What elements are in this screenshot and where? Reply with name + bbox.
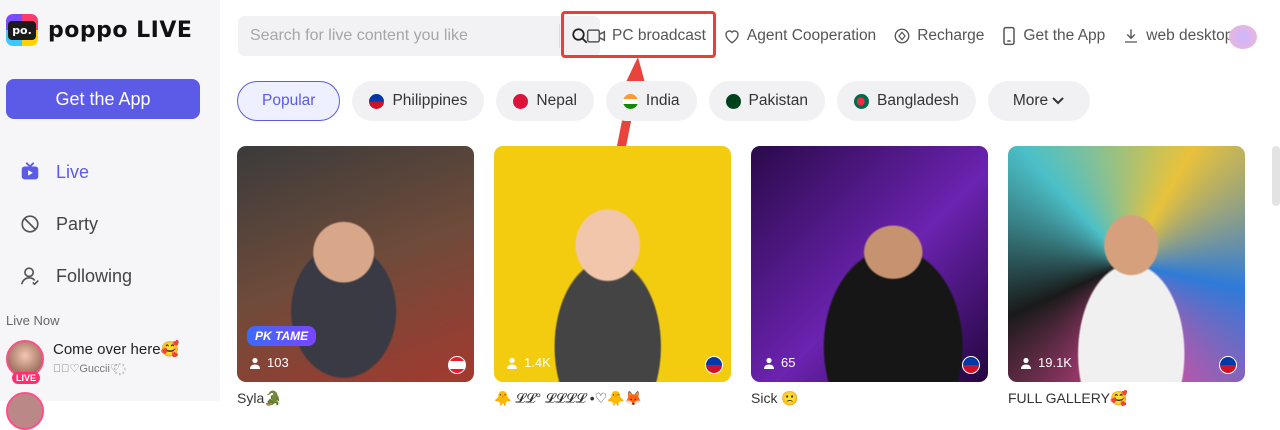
live-item-title: Come over here🥰 — [53, 341, 180, 358]
philippines-flag-icon — [962, 356, 980, 374]
stream-card-title[interactable]: Syla🐊 — [237, 390, 282, 407]
chip-label: More — [1012, 92, 1049, 109]
philippines-flag-icon — [1219, 356, 1237, 374]
sidebar-item-live[interactable]: Live — [18, 146, 208, 198]
search-bar — [238, 16, 600, 56]
viewer-count: 19.1K — [1020, 355, 1072, 370]
person-icon — [1021, 357, 1031, 369]
pc-broadcast-highlight-box — [561, 11, 716, 58]
sidebar: po. poppo LIVE Get the App Live Party Fo… — [0, 0, 220, 430]
stream-card[interactable]: 65 — [751, 146, 988, 382]
person-icon — [250, 357, 260, 369]
logo[interactable]: po. poppo LIVE — [6, 14, 192, 46]
person-icon — [764, 357, 774, 369]
live-badge: LIVE — [12, 372, 41, 384]
stream-card[interactable]: 1.4K — [494, 146, 731, 382]
chip-philippines[interactable]: Philippines — [352, 81, 485, 121]
sidebar-item-party[interactable]: Party — [18, 198, 208, 250]
logo-text: poppo LIVE — [48, 17, 193, 43]
chip-label: Popular — [262, 92, 316, 109]
sidebar-item-label: Live — [56, 161, 90, 182]
chip-label: Bangladesh — [876, 92, 959, 109]
avatar[interactable] — [6, 392, 44, 430]
top-link-label: Agent Cooperation — [746, 27, 877, 44]
nepal-flag-icon — [513, 93, 529, 109]
chip-label: Philippines — [392, 92, 468, 109]
bangladesh-flag-icon — [853, 93, 869, 109]
live-now-item[interactable]: LIVE Come over here🥰 ꙰⃟♡Guccii♡꙰ — [6, 340, 180, 384]
philippines-flag-icon — [705, 356, 723, 374]
avatar: LIVE — [6, 340, 44, 384]
recharge-link[interactable]: Recharge — [893, 27, 984, 45]
stream-card[interactable]: 19.1K — [1008, 146, 1245, 382]
handshake-icon — [725, 30, 739, 44]
stream-grid: PK TAME 103 1.4K 65 19.1K — [237, 146, 1265, 382]
pakistan-flag-icon — [725, 93, 741, 109]
coin-icon — [894, 28, 910, 44]
person-icon — [18, 264, 42, 288]
party-icon — [18, 212, 42, 236]
viewer-count: 65 — [763, 355, 795, 370]
user-avatar[interactable] — [1229, 25, 1257, 49]
chip-label: Pakistan — [748, 92, 808, 109]
live-now-heading: Live Now — [6, 313, 60, 328]
stream-card-title[interactable]: Sick 🙁 — [751, 390, 799, 407]
viewer-count: 1.4K — [506, 355, 551, 370]
india-flag-icon — [622, 93, 638, 109]
chevron-down-icon — [1052, 97, 1064, 105]
pk-badge: PK TAME — [247, 326, 317, 346]
lebanon-flag-icon — [448, 356, 466, 374]
category-chips: Popular Philippines Nepal India Pakistan… — [237, 81, 1102, 121]
stream-card-title[interactable]: 🐥 𝓛𝓛° 𝓛𝓛𝓛𝓛 •♡🐥🦊 — [494, 390, 642, 407]
agent-cooperation-link[interactable]: Agent Cooperation — [723, 27, 876, 45]
search-input[interactable] — [238, 16, 559, 56]
chip-pakistan[interactable]: Pakistan — [708, 81, 825, 121]
chip-india[interactable]: India — [605, 81, 697, 121]
get-the-app-button[interactable]: Get the App — [6, 79, 200, 119]
scrollbar[interactable] — [1272, 146, 1280, 206]
top-link-label: Recharge — [917, 27, 985, 44]
sidebar-item-label: Party — [56, 213, 99, 234]
chip-label: Nepal — [536, 92, 577, 109]
philippines-flag-icon — [369, 93, 385, 109]
chip-nepal[interactable]: Nepal — [496, 81, 594, 121]
chip-label: India — [645, 92, 680, 109]
stream-card[interactable]: PK TAME 103 — [237, 146, 474, 382]
top-link-label: web desktop — [1146, 27, 1234, 44]
download-icon — [1125, 29, 1138, 43]
live-item-subtitle: ꙰⃟♡Guccii♡꙰ — [53, 363, 120, 375]
top-link-label: Get the App — [1023, 27, 1106, 44]
chip-bangladesh[interactable]: Bangladesh — [836, 81, 976, 121]
phone-icon — [1003, 26, 1016, 46]
logo-icon: po. — [6, 14, 38, 46]
stream-card-title[interactable]: FULL GALLERY🥰 — [1008, 390, 1127, 407]
tv-icon — [18, 160, 42, 184]
chip-popular[interactable]: Popular — [237, 81, 341, 121]
web-desktop-link[interactable]: web desktop — [1122, 27, 1233, 45]
get-the-app-link[interactable]: Get the App — [1001, 26, 1105, 46]
sidebar-item-label: Following — [56, 265, 133, 286]
top-bar: PC broadcast Agent Cooperation Recharge … — [220, 0, 1280, 70]
person-icon — [507, 357, 517, 369]
sidebar-nav: Live Party Following — [18, 146, 208, 302]
viewer-count: 103 — [249, 355, 289, 370]
sidebar-item-following[interactable]: Following — [18, 250, 208, 302]
more-button[interactable]: More — [987, 81, 1091, 121]
